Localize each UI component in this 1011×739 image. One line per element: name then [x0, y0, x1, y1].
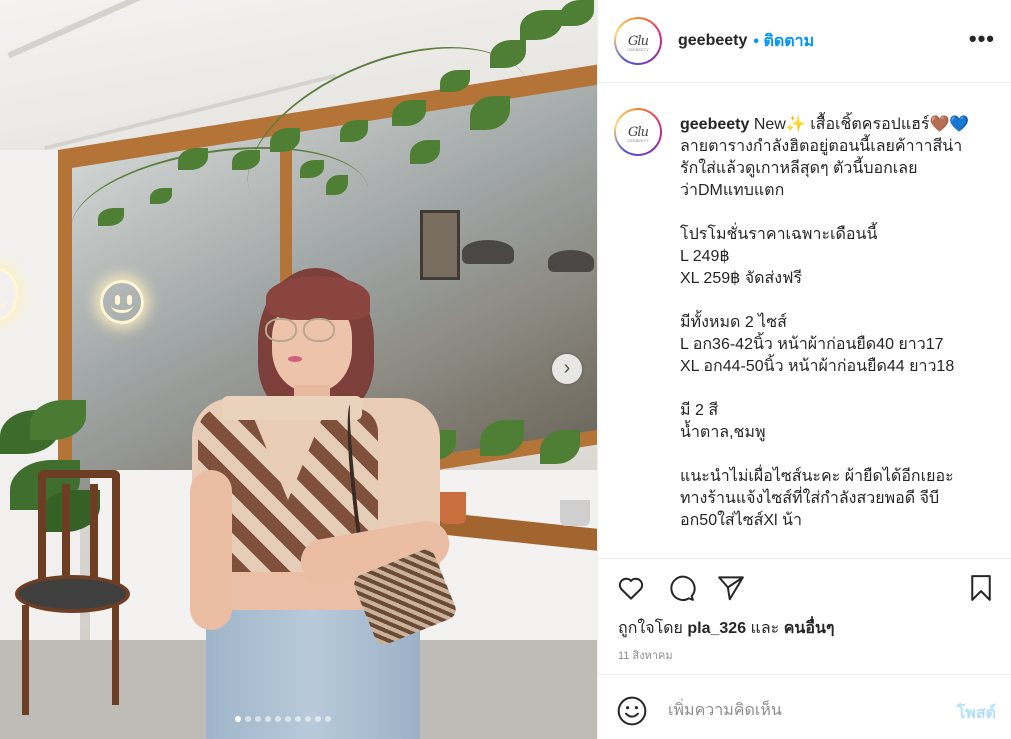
- follow-button[interactable]: • ติดตาม: [753, 29, 814, 54]
- more-options-icon[interactable]: •••: [969, 26, 995, 52]
- post-date[interactable]: 11 สิงหาคม: [618, 646, 673, 664]
- leaf: [540, 430, 580, 464]
- avatar[interactable]: Glu GEEBEETY: [614, 17, 662, 65]
- carousel-dot: [305, 716, 311, 722]
- carousel-dot: [245, 716, 251, 722]
- pendant-lamp: [548, 250, 594, 272]
- emoji-icon[interactable]: [616, 695, 648, 727]
- carousel-dot: [325, 716, 331, 722]
- caption-body: New✨ เสื้อเชิ้ตครอปแฮร์🤎💙 ลายตารางกำลังฮ…: [680, 116, 970, 529]
- post-details-panel: Glu GEEBEETY geebeety • ติดตาม ••• Glu G…: [597, 0, 1011, 739]
- liked-by-text: ถูกใจโดย pla_326 และ คนอื่นๆ: [618, 620, 835, 637]
- action-bar: [598, 558, 1011, 616]
- poster: [420, 210, 460, 280]
- glasses: [265, 318, 297, 342]
- post-comment-button[interactable]: โพสต์: [957, 701, 996, 726]
- follow-label: ติดตาม: [763, 32, 815, 50]
- carousel-dot: [255, 716, 261, 722]
- post-header: Glu GEEBEETY geebeety • ติดตาม •••: [598, 0, 1011, 83]
- carousel-dot: [315, 716, 321, 722]
- comment-icon[interactable]: [666, 573, 696, 603]
- heart-icon[interactable]: [616, 573, 646, 603]
- caption-section: Glu GEEBEETY geebeety New✨ เสื้อเชิ้ตครอ…: [598, 84, 1011, 558]
- plant-pot: [560, 500, 590, 526]
- carousel-dot: [295, 716, 301, 722]
- caption-username[interactable]: geebeety: [680, 116, 749, 133]
- liked-by-others-link[interactable]: คนอื่นๆ: [784, 620, 835, 637]
- carousel-next-button[interactable]: ›: [552, 354, 582, 384]
- follow-separator: •: [753, 32, 759, 50]
- neon-smiley-icon: [100, 280, 144, 324]
- bookmark-icon[interactable]: [966, 573, 996, 603]
- pendant-lamp: [462, 240, 514, 264]
- liked-by-user-link[interactable]: pla_326: [687, 620, 746, 637]
- caption-text: geebeety New✨ เสื้อเชิ้ตครอปแฮร์🤎💙 ลายตา…: [680, 114, 980, 532]
- share-icon[interactable]: [716, 573, 746, 603]
- carousel-dots: [235, 716, 331, 722]
- caption-avatar[interactable]: Glu GEEBEETY: [614, 108, 662, 156]
- avatar-subtext: GEEBEETY: [627, 47, 649, 52]
- carousel-dot: [275, 716, 281, 722]
- carousel-dot: [235, 716, 241, 722]
- username-link[interactable]: geebeety: [678, 32, 747, 50]
- carousel-dot: [285, 716, 291, 722]
- comment-bar: โพสต์: [598, 674, 1011, 739]
- chair: [38, 470, 120, 590]
- comment-input[interactable]: [668, 695, 938, 727]
- post-image[interactable]: ›: [0, 0, 597, 739]
- carousel-dot: [265, 716, 271, 722]
- plant-pot: [440, 492, 466, 524]
